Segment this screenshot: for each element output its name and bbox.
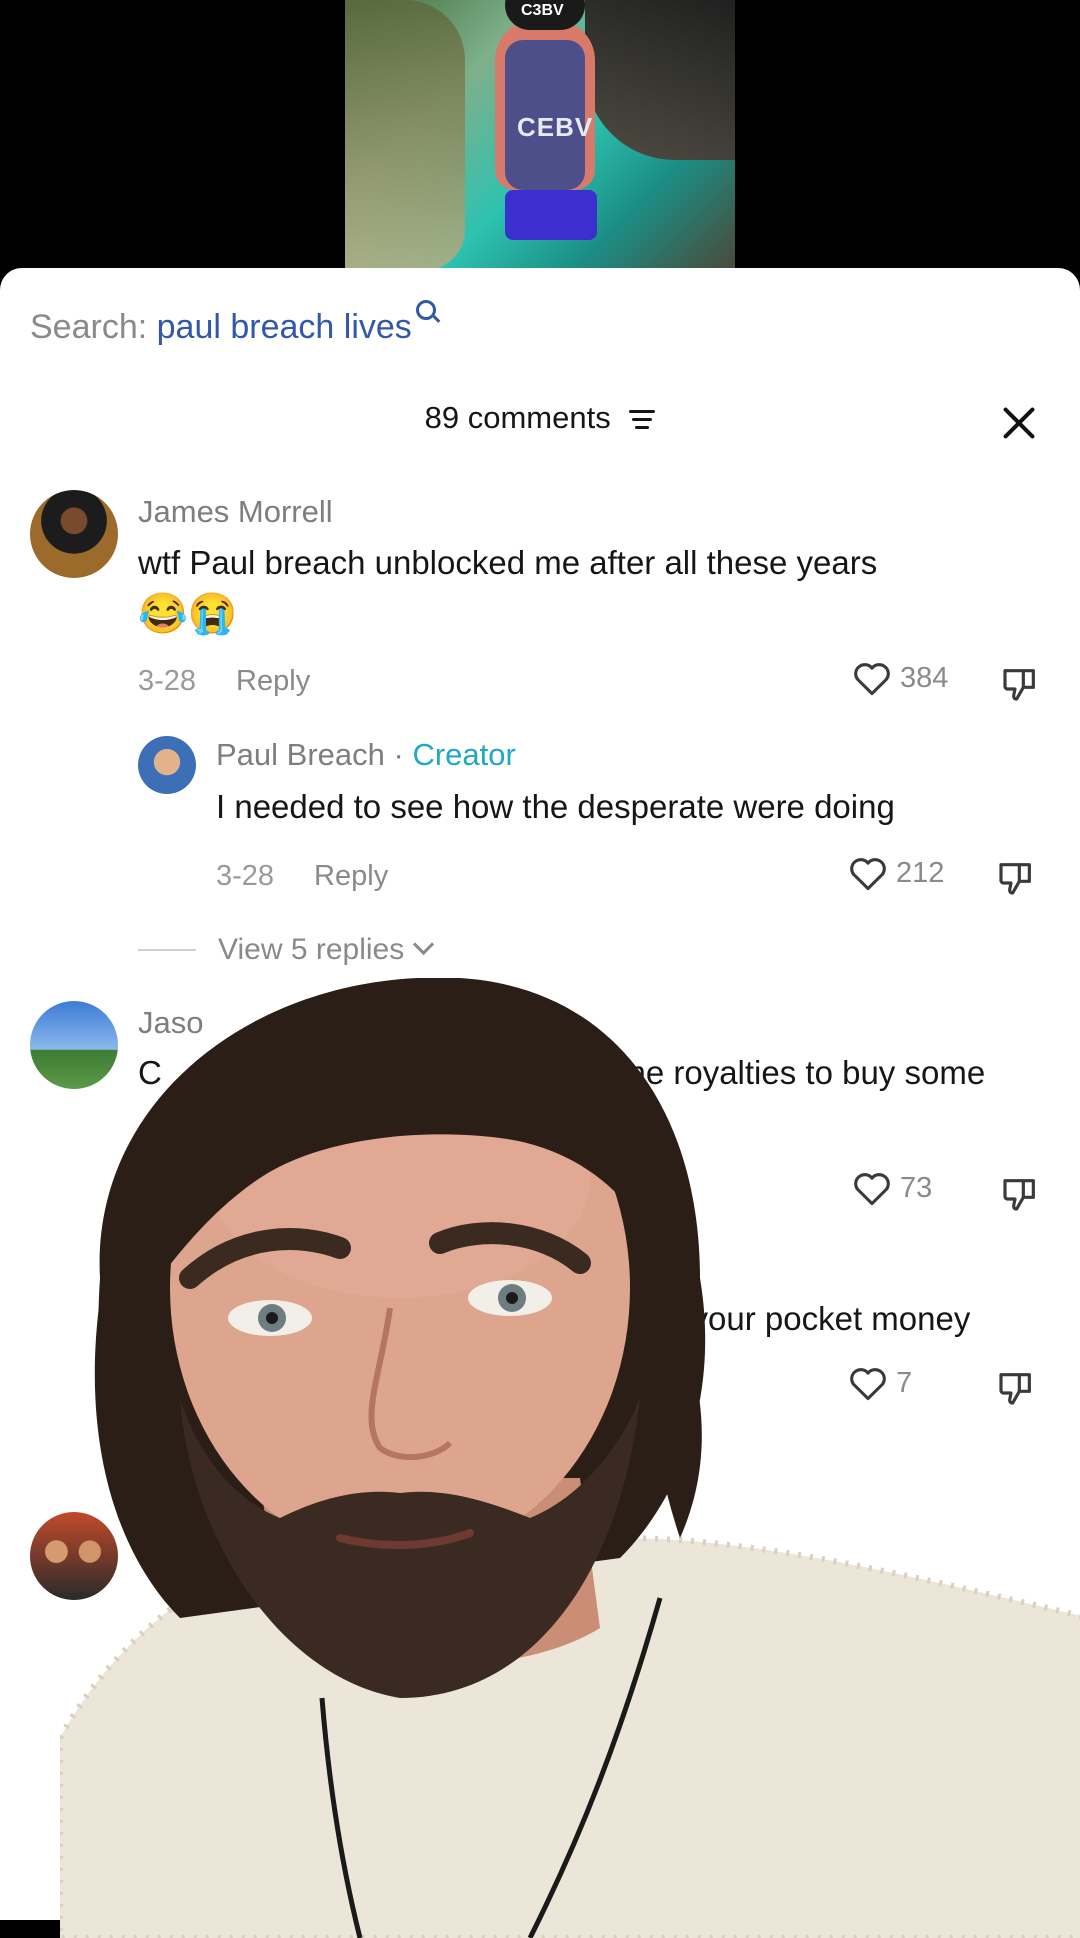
- reply-button[interactable]: Reply: [236, 665, 310, 697]
- creator-overlay-person: [60, 978, 1080, 1938]
- separator: ·: [393, 737, 404, 772]
- search-icon: [415, 300, 436, 320]
- search-label: Search:: [30, 308, 148, 346]
- like-button[interactable]: 212: [848, 855, 944, 891]
- rock-right: [585, 0, 735, 160]
- divider: [138, 949, 196, 951]
- like-count: 384: [900, 661, 949, 694]
- comment-meta: 3-28 Reply: [138, 665, 310, 698]
- video-background: CEBV C3BV: [0, 0, 1080, 290]
- heart-icon: [850, 858, 886, 891]
- creator-badge: Creator: [412, 737, 516, 772]
- comments-count: 89 comments: [424, 400, 611, 435]
- comments-header: 89 comments: [0, 400, 1080, 436]
- comment-author-line: Paul Breach · Creator: [216, 737, 516, 773]
- comment-date: 3-28: [216, 860, 275, 892]
- comment-emoji: 😂😭: [138, 592, 238, 636]
- vest-logo-text: CEBV: [517, 112, 594, 142]
- dislike-icon[interactable]: [1000, 664, 1040, 704]
- comment-date: 3-28: [138, 665, 197, 697]
- like-count: 212: [896, 856, 945, 889]
- sort-filter-icon[interactable]: [629, 410, 656, 430]
- close-icon[interactable]: [1002, 406, 1036, 440]
- comment-text: I needed to see how the desperate were d…: [216, 788, 895, 825]
- comment-meta: 3-28 Reply: [216, 860, 388, 893]
- comment-author[interactable]: James Morrell: [138, 494, 333, 530]
- chevron-down-icon: [413, 933, 435, 955]
- view-replies-label: View 5 replies: [218, 933, 405, 966]
- helmet-logo-text: C3BV: [521, 2, 564, 19]
- dislike-icon[interactable]: [996, 858, 1036, 898]
- avatar[interactable]: [138, 736, 196, 794]
- like-button[interactable]: 384: [852, 660, 948, 696]
- comment-author[interactable]: Paul Breach: [216, 737, 385, 772]
- comment-text: wtf Paul breach unblocked me after all t…: [138, 544, 878, 581]
- reply-button[interactable]: Reply: [314, 860, 388, 892]
- heart-icon: [854, 663, 890, 696]
- search-term-link[interactable]: paul breach lives: [157, 308, 412, 346]
- shorts: [505, 190, 597, 240]
- rock-left: [345, 0, 465, 270]
- search-suggestion[interactable]: Search: paul breach lives: [30, 300, 436, 347]
- view-replies-button[interactable]: View 5 replies: [138, 933, 435, 967]
- video-thumbnail[interactable]: CEBV C3BV: [345, 0, 735, 270]
- avatar[interactable]: [30, 490, 118, 578]
